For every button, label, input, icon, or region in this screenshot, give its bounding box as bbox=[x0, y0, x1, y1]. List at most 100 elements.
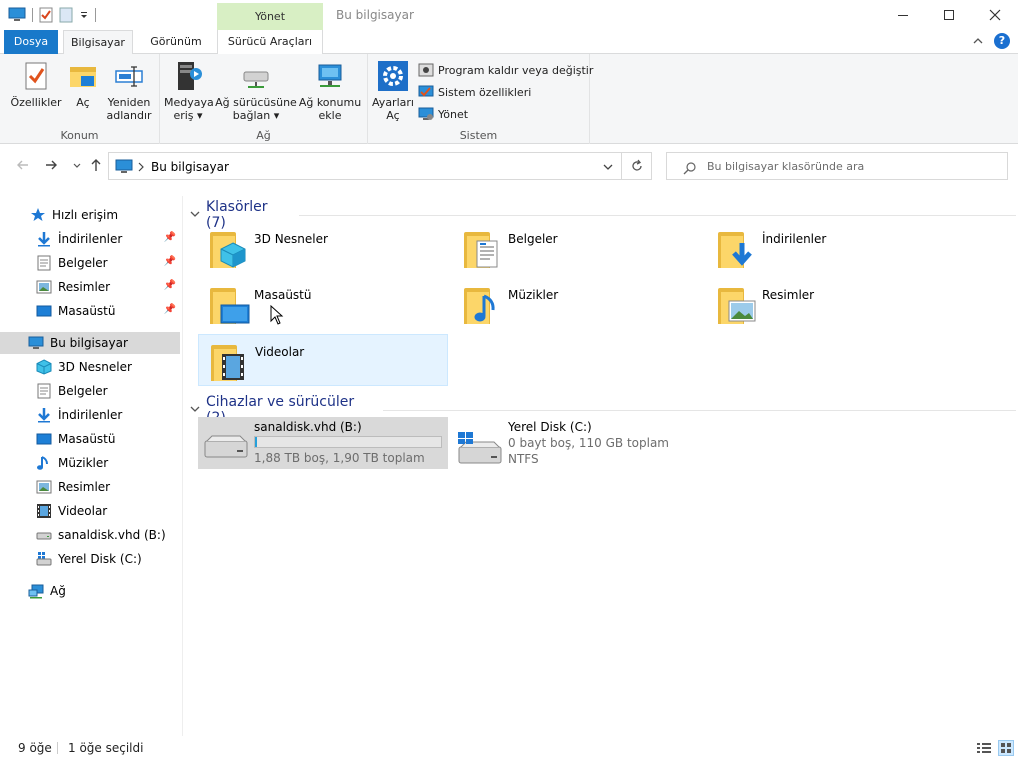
nav-label: Hızlı erişim bbox=[52, 208, 119, 222]
folder-tile-downloads[interactable]: İndirilenler bbox=[706, 222, 956, 274]
nav-qa-desktop[interactable]: Masaüstü 📌 bbox=[0, 300, 180, 322]
pin-icon[interactable]: 📌 bbox=[164, 232, 176, 243]
minimize-button[interactable] bbox=[880, 0, 926, 30]
tab-view[interactable]: Görünüm bbox=[141, 30, 211, 54]
selection-count: 1 öğe seçildi bbox=[68, 741, 144, 755]
up-button[interactable] bbox=[89, 158, 103, 176]
nav-network[interactable]: Ağ bbox=[0, 580, 180, 602]
add-location-label-line2: ekle bbox=[318, 109, 342, 122]
close-icon bbox=[989, 9, 1001, 21]
settings-gear-icon bbox=[377, 60, 409, 92]
properties-button[interactable]: Özellikler bbox=[8, 58, 64, 109]
film-strip-icon bbox=[36, 503, 52, 519]
music-note-icon bbox=[36, 455, 52, 471]
folder-tile-desktop[interactable]: Masaüstü bbox=[198, 278, 448, 330]
close-button[interactable] bbox=[972, 0, 1018, 30]
map-drive-button[interactable]: Ağ sürücüsüne bağlan ▾ bbox=[214, 58, 298, 122]
mouse-cursor-icon bbox=[270, 305, 284, 325]
settings-label-line2: Aç bbox=[386, 109, 400, 122]
nav-label: Videolar bbox=[58, 504, 108, 518]
nav-pc-3d-objects[interactable]: 3D Nesneler bbox=[0, 356, 180, 378]
nav-pc-downloads[interactable]: İndirilenler bbox=[0, 404, 180, 426]
pin-icon[interactable]: 📌 bbox=[164, 304, 176, 315]
qat-dropdown-icon[interactable] bbox=[79, 10, 89, 20]
address-dropdown-icon[interactable] bbox=[603, 163, 613, 171]
back-button[interactable] bbox=[16, 158, 30, 176]
uninstall-program-button[interactable]: Program kaldır veya değiştir bbox=[418, 62, 593, 78]
nav-label: İndirilenler bbox=[58, 408, 123, 422]
nav-pc-videos[interactable]: Videolar bbox=[0, 500, 180, 522]
folder-label: Masaüstü bbox=[254, 288, 312, 302]
media-label-line2: eriş ▾ bbox=[173, 109, 203, 122]
breadcrumb[interactable]: Bu bilgisayar bbox=[151, 160, 229, 174]
media-access-button[interactable]: Medyaya eriş ▾ bbox=[164, 58, 214, 122]
nav-qa-downloads[interactable]: İndirilenler 📌 bbox=[0, 228, 180, 250]
maximize-button[interactable] bbox=[926, 0, 972, 30]
folder-label: Videolar bbox=[255, 345, 305, 359]
nav-label: Masaüstü bbox=[58, 432, 116, 446]
uninstall-icon bbox=[418, 62, 434, 78]
large-icons-view-icon[interactable] bbox=[998, 740, 1014, 756]
rename-button[interactable]: Yeniden adlandır bbox=[102, 58, 156, 122]
nav-pc-music[interactable]: Müzikler bbox=[0, 452, 180, 474]
nav-pc-pictures[interactable]: Resimler bbox=[0, 476, 180, 498]
group-divider bbox=[299, 214, 1016, 216]
nav-qa-documents[interactable]: Belgeler 📌 bbox=[0, 252, 180, 274]
nav-label: Masaüstü bbox=[58, 304, 116, 318]
ribbon-controls: ? bbox=[972, 33, 1010, 49]
search-input[interactable]: Bu bilgisayar klasöründe ara bbox=[707, 160, 864, 173]
collapse-ribbon-icon[interactable] bbox=[972, 36, 984, 46]
help-icon[interactable]: ? bbox=[994, 33, 1010, 49]
media-label-line1: Medyaya bbox=[164, 96, 214, 109]
nav-quick-access[interactable]: Hızlı erişim bbox=[0, 204, 180, 226]
details-view-icon[interactable] bbox=[976, 741, 992, 755]
folder-tile-music[interactable]: Müzikler bbox=[452, 278, 702, 330]
nav-pc-local-disk[interactable]: Yerel Disk (C:) bbox=[0, 548, 180, 570]
nav-this-pc[interactable]: Bu bilgisayar bbox=[0, 332, 180, 354]
nav-pc-desktop[interactable]: Masaüstü bbox=[0, 428, 180, 450]
folder-music-icon bbox=[464, 284, 500, 324]
up-arrow-icon bbox=[91, 159, 101, 171]
tab-computer[interactable]: Bilgisayar bbox=[63, 30, 133, 55]
forward-button[interactable] bbox=[44, 158, 58, 176]
drive-tile-local-disk[interactable]: Yerel Disk (C:) 0 bayt boş, 110 GB topla… bbox=[452, 417, 702, 469]
breadcrumb-chevron-icon[interactable] bbox=[137, 162, 145, 172]
open-label: Aç bbox=[76, 96, 90, 109]
chevron-down-icon[interactable] bbox=[190, 405, 200, 416]
add-network-location-button[interactable]: Ağ konumu ekle bbox=[298, 58, 362, 122]
add-location-label-line1: Ağ konumu bbox=[298, 96, 362, 109]
address-bar[interactable]: Bu bilgisayar bbox=[108, 152, 622, 180]
tab-drive-tools[interactable]: Sürücü Araçları bbox=[217, 30, 323, 54]
folder-tile-documents[interactable]: Belgeler bbox=[452, 222, 702, 274]
system-properties-button[interactable]: Sistem özellikleri bbox=[418, 84, 531, 100]
chevron-down-icon[interactable] bbox=[190, 210, 200, 221]
properties-label: Özellikler bbox=[10, 96, 62, 109]
maximize-icon bbox=[944, 10, 954, 20]
manage-icon bbox=[418, 106, 434, 122]
desktop-icon bbox=[36, 303, 52, 319]
manage-label: Yönet bbox=[438, 107, 469, 121]
computer-icon[interactable] bbox=[8, 7, 26, 23]
refresh-button[interactable] bbox=[622, 152, 652, 180]
nav-pc-vhd-drive[interactable]: sanaldisk.vhd (B:) bbox=[0, 524, 180, 546]
nav-qa-pictures[interactable]: Resimler 📌 bbox=[0, 276, 180, 298]
manage-button[interactable]: Yönet bbox=[418, 106, 468, 122]
ribbon-group-location: Özellikler Aç Yeniden adlandır Konum bbox=[0, 54, 160, 144]
tab-file[interactable]: Dosya bbox=[4, 30, 58, 54]
item-count: 9 öğe bbox=[18, 741, 52, 755]
folder-tile-3d-objects[interactable]: 3D Nesneler bbox=[198, 222, 448, 274]
folder-desktop-icon bbox=[210, 284, 250, 324]
new-folder-icon[interactable] bbox=[59, 7, 73, 23]
pin-icon[interactable]: 📌 bbox=[164, 256, 176, 267]
pin-icon[interactable]: 📌 bbox=[164, 280, 176, 291]
folder-tile-pictures[interactable]: Resimler bbox=[706, 278, 956, 330]
open-button[interactable]: Aç bbox=[64, 58, 102, 109]
nav-pc-documents[interactable]: Belgeler bbox=[0, 380, 180, 402]
network-drive-icon bbox=[240, 60, 272, 92]
drive-tile-vhd[interactable]: sanaldisk.vhd (B:) 1,88 TB boş, 1,90 TB … bbox=[198, 417, 448, 469]
recent-locations-button[interactable] bbox=[72, 158, 82, 176]
folder-tile-videos[interactable]: Videolar bbox=[198, 334, 448, 386]
search-box[interactable]: Bu bilgisayar klasöründe ara bbox=[666, 152, 1008, 180]
properties-icon[interactable] bbox=[39, 7, 53, 23]
open-settings-button[interactable]: Ayarları Aç bbox=[372, 58, 414, 122]
